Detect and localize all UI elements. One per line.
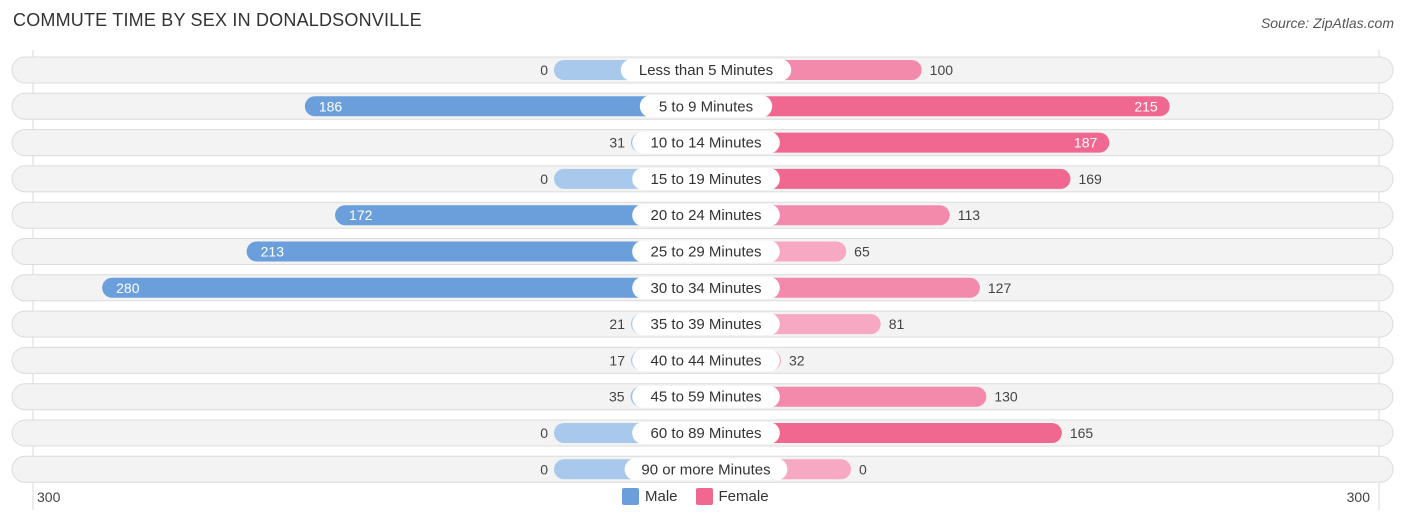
category-label: 5 to 9 Minutes [659, 98, 753, 115]
category-label: 25 to 29 Minutes [651, 244, 762, 261]
value-label-male: 0 [540, 425, 548, 441]
value-label-male: 186 [319, 98, 343, 114]
value-label-male: 213 [261, 244, 285, 260]
value-label-female: 32 [789, 352, 805, 368]
category-label: 60 to 89 Minutes [651, 425, 762, 442]
value-label-female: 81 [889, 316, 905, 332]
axis-left-label: 300 [37, 489, 61, 505]
value-label-male: 172 [349, 207, 373, 223]
value-label-male: 35 [609, 389, 625, 405]
axis-right-label: 300 [1346, 489, 1370, 505]
value-label-male: 31 [609, 135, 625, 151]
bar-female [706, 96, 1170, 117]
chart-area: Less than 5 Minutes 0 100 5 to 9 Minutes 186… [11, 50, 1394, 510]
category-label: 90 or more Minutes [641, 461, 770, 478]
value-label-male: 17 [609, 352, 625, 368]
legend-item-male[interactable]: Male [622, 488, 678, 505]
legend-label-male: Male [645, 488, 678, 505]
category-label: 15 to 19 Minutes [651, 171, 762, 188]
value-label-male: 280 [116, 280, 140, 296]
value-label-female: 215 [1134, 98, 1158, 114]
category-label: 45 to 59 Minutes [651, 389, 762, 406]
category-label: 30 to 34 Minutes [651, 280, 762, 297]
legend-swatch-male [622, 488, 639, 505]
legend: Male Female [622, 488, 787, 505]
legend-swatch-female [695, 488, 713, 505]
value-label-male: 21 [609, 316, 625, 332]
value-label-female: 127 [988, 280, 1012, 296]
value-label-male: 0 [540, 461, 548, 477]
legend-item-female[interactable]: Female [695, 488, 769, 505]
value-label-male: 0 [540, 171, 548, 187]
category-label: 35 to 39 Minutes [651, 316, 762, 333]
category-label: 40 to 44 Minutes [651, 352, 762, 369]
category-label: Less than 5 Minutes [639, 62, 773, 79]
value-label-female: 165 [1070, 425, 1094, 441]
value-label-female: 187 [1074, 135, 1098, 151]
bar-male [102, 277, 707, 298]
category-label: 20 to 24 Minutes [651, 207, 762, 224]
value-label-female: 0 [859, 461, 867, 477]
value-label-female: 113 [958, 207, 981, 223]
value-label-female: 100 [930, 62, 954, 78]
value-label-female: 169 [1078, 171, 1102, 187]
value-label-male: 0 [540, 62, 548, 78]
category-label: 10 to 14 Minutes [651, 135, 762, 152]
value-label-female: 65 [854, 244, 870, 260]
legend-label-female: Female [718, 488, 769, 505]
value-label-female: 130 [994, 389, 1018, 405]
